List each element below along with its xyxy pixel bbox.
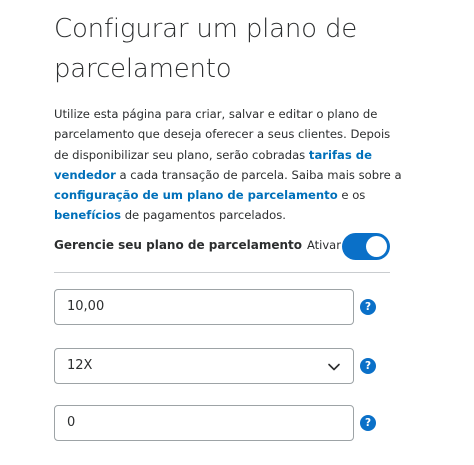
installments-value: 12X <box>67 358 93 373</box>
third-value: 0 <box>67 415 76 430</box>
amount-input[interactable]: 10,00 <box>54 289 354 325</box>
chevron-down-icon <box>328 363 340 371</box>
plan-configuration-link[interactable]: configuração de um plano de parcelamento <box>54 188 338 202</box>
question-icon[interactable]: ? <box>360 415 376 431</box>
divider <box>54 272 390 273</box>
third-input[interactable]: 0 <box>54 405 354 441</box>
description-text-3: e os <box>337 188 366 203</box>
page-title: Configurar um plano de parcelamento <box>54 14 358 84</box>
question-icon[interactable]: ? <box>360 299 376 315</box>
manage-plan-row: Gerencie seu plano de parcelamento Ativa… <box>54 230 390 264</box>
toggle-knob <box>366 236 387 257</box>
page-description: Utilize esta página para criar, salvar e… <box>54 104 404 226</box>
installments-select[interactable]: 12X <box>54 348 354 384</box>
installment-plan-page: Configurar um plano de parcelamento Util… <box>0 0 474 465</box>
benefits-link[interactable]: benefícios <box>54 208 121 222</box>
toggle-label: Ativar <box>307 238 341 252</box>
description-text-2: a cada transação de parcela. Saiba mais … <box>115 167 402 182</box>
description-text-4: de pagamentos parcelados. <box>121 208 286 223</box>
activate-toggle[interactable] <box>342 233 390 260</box>
question-icon[interactable]: ? <box>360 358 376 374</box>
amount-value: 10,00 <box>67 299 105 314</box>
manage-plan-label: Gerencie seu plano de parcelamento <box>54 238 303 252</box>
